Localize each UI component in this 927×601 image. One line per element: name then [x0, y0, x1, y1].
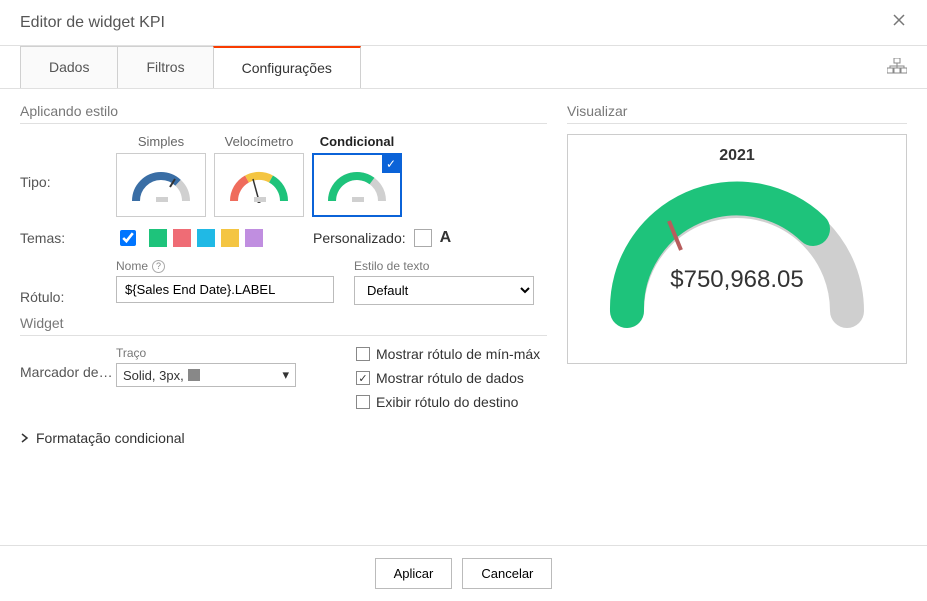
conditional-formatting-label: Formatação condicional [36, 430, 185, 446]
type-name-speedo: Velocímetro [225, 134, 294, 149]
close-icon[interactable] [891, 12, 907, 33]
swatch-blue[interactable] [197, 229, 215, 247]
textstyle-select[interactable]: Default [354, 276, 534, 305]
widget-section-title: Widget [20, 315, 547, 336]
swatch-red[interactable] [173, 229, 191, 247]
preview-value: $750,968.05 [597, 266, 877, 294]
tab-settings[interactable]: Configurações [213, 46, 361, 88]
hierarchy-icon[interactable] [887, 58, 907, 77]
checkbox-icon [356, 347, 370, 361]
show-datalabel-label: Mostrar rótulo de dados [376, 370, 524, 386]
tab-filters[interactable]: Filtros [117, 46, 213, 88]
name-field-label: Nome [116, 259, 148, 273]
theme-enable-checkbox[interactable] [120, 230, 136, 246]
stroke-select[interactable]: Solid, 3px, ▾ [116, 363, 296, 387]
swatch-purple[interactable] [245, 229, 263, 247]
stroke-value: Solid, 3px, [123, 368, 184, 383]
textstyle-field-label: Estilo de texto [354, 259, 534, 273]
checkbox-checked-icon [356, 371, 370, 385]
show-datalabel-checkbox[interactable]: Mostrar rótulo de dados [356, 370, 540, 386]
swatch-green[interactable] [149, 229, 167, 247]
name-input[interactable] [116, 276, 334, 303]
tab-data[interactable]: Dados [20, 46, 118, 88]
preview-year: 2021 [719, 147, 755, 165]
page-title: Editor de widget KPI [20, 14, 165, 32]
apply-button[interactable]: Aplicar [375, 558, 453, 589]
rotulo-label: Rótulo: [20, 289, 116, 305]
preview-section-title: Visualizar [567, 103, 907, 124]
help-icon[interactable]: ? [152, 260, 165, 273]
stroke-preview-icon [188, 369, 200, 381]
type-name-conditional: Condicional [320, 134, 394, 149]
conditional-formatting-expand[interactable]: Formatação condicional [20, 430, 547, 446]
preview-panel: 2021 $750,968.05 [567, 134, 907, 364]
checkbox-icon [356, 395, 370, 409]
type-name-simple: Simples [138, 134, 184, 149]
type-card-conditional[interactable]: ✓ [312, 153, 402, 217]
type-card-speedo[interactable] [214, 153, 304, 217]
show-target-label: Exibir rótulo do destino [376, 394, 518, 410]
marker-label: Marcador de d... [20, 346, 116, 380]
swatch-yellow[interactable] [221, 229, 239, 247]
show-target-checkbox[interactable]: Exibir rótulo do destino [356, 394, 540, 410]
show-minmax-checkbox[interactable]: Mostrar rótulo de mín-máx [356, 346, 540, 362]
check-icon: ✓ [382, 155, 400, 173]
show-minmax-label: Mostrar rótulo de mín-máx [376, 346, 540, 362]
custom-color-box[interactable] [414, 229, 432, 247]
styling-section-title: Aplicando estilo [20, 103, 547, 124]
custom-label: Personalizado: [313, 230, 406, 246]
text-style-icon[interactable]: A [440, 229, 452, 247]
cancel-button[interactable]: Cancelar [462, 558, 552, 589]
chevron-right-icon [20, 430, 30, 446]
stroke-field-label: Traço [116, 346, 296, 360]
chevron-down-icon: ▾ [282, 367, 289, 383]
type-label: Tipo: [20, 134, 116, 190]
type-card-simple[interactable] [116, 153, 206, 217]
themes-label: Temas: [20, 230, 116, 246]
